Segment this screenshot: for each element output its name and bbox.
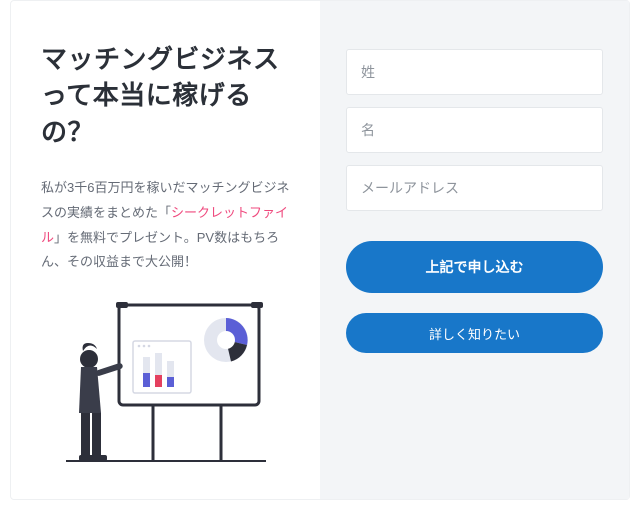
- info-panel: マッチングビジネスって本当に稼げるの？ 私が3千6百万円を稼いだマッチングビジネ…: [11, 1, 320, 499]
- first-name-field[interactable]: [346, 107, 603, 153]
- last-name-field[interactable]: [346, 49, 603, 95]
- body-text: 私が3千6百万円を稼いだマッチングビジネスの実績をまとめた「シークレットファイル…: [41, 176, 290, 275]
- form-panel: 上記で申し込む 詳しく知りたい: [320, 1, 629, 499]
- analytics-illustration-icon: [61, 295, 271, 465]
- illustration: [41, 295, 290, 465]
- heading: マッチングビジネスって本当に稼げるの？: [41, 41, 290, 150]
- body-part-2: 」を無料でプレゼント。PV数はもちろん、その収益まで大公開！: [41, 230, 279, 270]
- submit-button[interactable]: 上記で申し込む: [346, 241, 603, 293]
- email-field[interactable]: [346, 165, 603, 211]
- learn-more-button[interactable]: 詳しく知りたい: [346, 313, 603, 353]
- signup-card: マッチングビジネスって本当に稼げるの？ 私が3千6百万円を稼いだマッチングビジネ…: [10, 0, 630, 500]
